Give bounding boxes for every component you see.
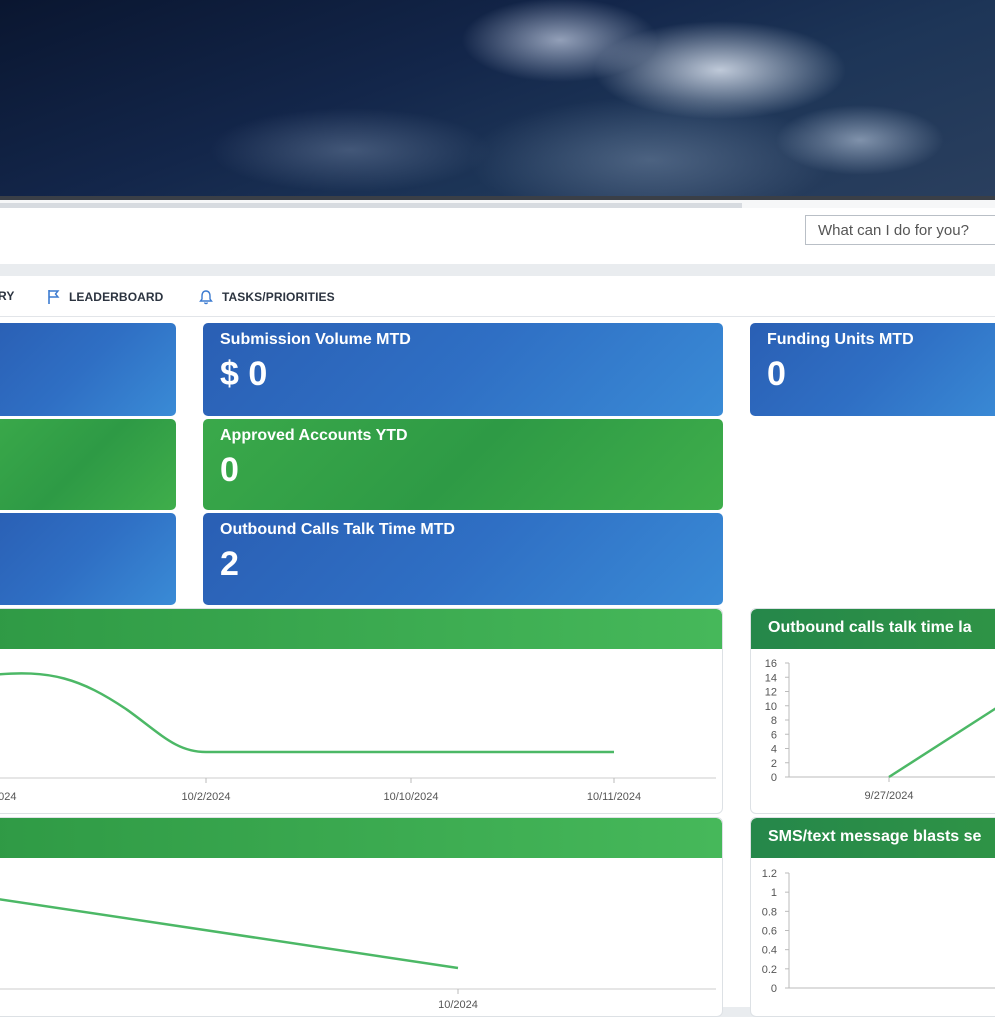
y-tick-label: 0 (771, 772, 777, 784)
card-title: Submission Volume MTD (220, 331, 411, 348)
line-chart: 10/2024 (0, 898, 716, 1011)
kpi-card-approved-accounts[interactable]: Approved Accounts YTD 0 (203, 419, 723, 510)
x-tick-label: 10/2024 (438, 999, 478, 1011)
series-line (888, 707, 995, 779)
card-title: Approved Accounts YTD (220, 427, 408, 444)
card-value: 0 (767, 355, 786, 393)
kpi-card-submission-volume[interactable]: Submission Volume MTD $ 0 (203, 323, 723, 416)
y-tick-label: 14 (765, 672, 777, 684)
y-tick-label: 8 (771, 715, 777, 727)
nav-item-tasks[interactable]: TASKS/PRIORITIES (198, 289, 335, 305)
y-tick-label: 6 (771, 729, 777, 741)
kpi-card-partial[interactable] (0, 323, 176, 416)
card-value: 0 (220, 451, 239, 489)
chart-panel: 10/2024 (0, 817, 723, 1017)
bell-icon (198, 289, 214, 305)
flag-icon (47, 289, 61, 305)
y-tick-label: 12 (765, 687, 777, 699)
nav-item-history[interactable]: RY (0, 289, 14, 303)
line-chart: /2024 10/2/2024 10/10/2024 10/11/2024 (0, 672, 716, 803)
x-tick-label: 10/11/2024 (587, 791, 641, 803)
card-title: Outbound Calls Talk Time MTD (220, 521, 455, 538)
y-tick-label: 0.6 (762, 926, 777, 938)
y-tick-label: 0.4 (762, 945, 777, 957)
x-tick-label: /2024 (0, 791, 17, 803)
y-tick-label: 0.2 (762, 964, 777, 976)
chart-panel-outbound-talk-time: Outbound calls talk time la 16 14 12 10 8 6 4 2… (750, 608, 995, 814)
nav-item-label: LEADERBOARD (69, 290, 164, 304)
header-banner-image (0, 0, 995, 196)
kpi-card-partial[interactable] (0, 513, 176, 605)
y-tick-label: 16 (765, 658, 777, 670)
kpi-card-funding-units[interactable]: Funding Units MTD 0 (750, 323, 995, 416)
nav-item-leaderboard[interactable]: LEADERBOARD (47, 289, 163, 305)
series-line (0, 898, 459, 970)
y-tick-label: 1.2 (762, 868, 777, 880)
x-tick-label: 9/27/2024 (865, 790, 914, 802)
y-tick-label: 10 (765, 701, 777, 713)
line-chart: 16 14 12 10 8 6 4 2 0 9/27/2024 (765, 658, 995, 802)
y-tick-label: 4 (771, 744, 777, 756)
nav-item-label: RY (0, 289, 15, 303)
y-tick-label: 0 (771, 983, 777, 995)
line-chart: 1.2 1 0.8 0.6 0.4 0.2 0 (762, 868, 995, 995)
y-tick-label: 1 (771, 887, 777, 899)
x-tick-label: 10/10/2024 (383, 791, 438, 803)
main-nav: RY LEADERBOARD TASKS/PRIORITIES (0, 276, 995, 317)
nav-item-label: TASKS/PRIORITIES (222, 290, 335, 304)
x-tick-label: 10/2/2024 (182, 791, 231, 803)
search-input[interactable]: What can I do for you? (805, 215, 995, 245)
kpi-card-partial[interactable] (0, 419, 176, 510)
card-value: 2 (220, 545, 239, 583)
y-tick-label: 2 (771, 758, 777, 770)
series-line (0, 672, 614, 754)
kpi-card-outbound-talk-time[interactable]: Outbound Calls Talk Time MTD 2 (203, 513, 723, 605)
card-title: Funding Units MTD (767, 331, 914, 348)
chart-panel: /2024 10/2/2024 10/10/2024 10/11/2024 (0, 608, 723, 814)
chart-panel-sms-blasts: SMS/text message blasts se 1.2 1 0.8 0.6 0.4… (750, 817, 995, 1017)
card-value: $ 0 (220, 355, 268, 393)
y-tick-label: 0.8 (762, 906, 777, 918)
